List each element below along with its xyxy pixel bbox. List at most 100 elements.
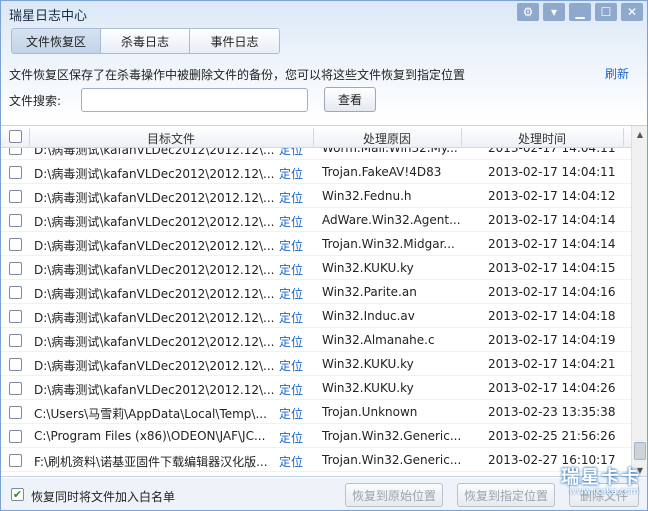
row-checkbox[interactable] [9, 262, 22, 275]
locate-link[interactable]: 定位 [279, 213, 303, 230]
header-target-file[interactable]: 目标文件 [29, 130, 313, 147]
row-checkbox[interactable] [9, 454, 22, 467]
process-reason: Win32.KUKU.ky [322, 261, 414, 275]
title-bar: 瑞星日志中心 ⚙ ▾ ▁ ☐ ✕ [1, 1, 647, 25]
row-checkbox[interactable] [9, 190, 22, 203]
row-checkbox[interactable] [9, 214, 22, 227]
locate-link[interactable]: 定位 [279, 237, 303, 254]
process-reason: Win32.Fednu.h [322, 189, 412, 203]
locate-link[interactable]: 定位 [279, 148, 303, 158]
maximize-icon[interactable]: ☐ [595, 3, 617, 21]
target-file-path: C:\Program Files (x86)\ODEON\JAF\JC... [34, 429, 266, 443]
table-row[interactable]: D:\病毒测试\kafanVLDec2012\2012.12\... 定位 AdWa… [1, 208, 631, 232]
locate-link[interactable]: 定位 [279, 285, 303, 302]
locate-link[interactable]: 定位 [279, 165, 303, 182]
minimize-icon[interactable]: ▁ [569, 3, 591, 21]
table-row[interactable]: D:\病毒测试\kafanVLDec2012\2012.12\... 定位 Win3… [1, 376, 631, 400]
locate-link[interactable]: 定位 [279, 189, 303, 206]
tab-event-log[interactable]: 事件日志 [190, 29, 279, 53]
target-file-path: D:\病毒测试\kafanVLDec2012\2012.12\... [34, 167, 274, 181]
view-button[interactable]: 查看 [324, 87, 376, 112]
process-reason: Win32.Parite.an [322, 285, 417, 299]
table-row[interactable]: D:\病毒测试\kafanVLDec2012\2012.12\... 定位 Worm… [1, 148, 631, 160]
target-file-path: D:\病毒测试\kafanVLDec2012\2012.12\... [34, 335, 274, 349]
locate-link[interactable]: 定位 [279, 261, 303, 278]
row-checkbox[interactable] [9, 166, 22, 179]
tab-bar: 文件恢复区 杀毒日志 事件日志 [11, 28, 280, 54]
ikaka-watermark: 瑞星卡卡 www.ikaka.com [537, 463, 641, 503]
process-time: 2013-02-17 14:04:26 [488, 381, 616, 395]
table-row[interactable]: D:\病毒测试\kafanVLDec2012\2012.12\... 定位 Win3… [1, 256, 631, 280]
locate-link[interactable]: 定位 [279, 357, 303, 374]
locate-link[interactable]: 定位 [279, 405, 303, 422]
process-reason: Win32.Almanahe.c [322, 333, 435, 347]
recovery-table: 目标文件 处理原因 处理时间 D:\病毒测试\kafanVLDec2012\20… [1, 125, 647, 477]
process-time: 2013-02-17 14:04:11 [488, 165, 616, 179]
restore-original-button[interactable]: 恢复到原始位置 [345, 483, 443, 507]
skin-icon[interactable]: ▾ [543, 3, 565, 21]
table-header: 目标文件 处理原因 处理时间 [1, 126, 647, 148]
scroll-thumb[interactable] [634, 442, 646, 460]
row-checkbox[interactable] [9, 238, 22, 251]
target-file-path: C:\Users\马雪莉\AppData\Local\Temp\... [34, 407, 267, 421]
locate-link[interactable]: 定位 [279, 333, 303, 350]
target-file-path: D:\病毒测试\kafanVLDec2012\2012.12\... [34, 383, 274, 397]
close-icon[interactable]: ✕ [621, 3, 643, 21]
target-file-path: F:\刷机资料\诺基亚固件下载编辑器汉化版... [34, 455, 268, 469]
window-controls: ⚙ ▾ ▁ ☐ ✕ [517, 3, 643, 21]
scroll-up-arrow-icon[interactable]: ▲ [632, 126, 647, 142]
table-row[interactable]: D:\病毒测试\kafanVLDec2012\2012.12\... 定位 Win3… [1, 184, 631, 208]
gear-icon[interactable]: ⚙ [517, 3, 539, 21]
table-row[interactable]: D:\病毒测试\kafanVLDec2012\2012.12\... 定位 Troj… [1, 160, 631, 184]
table-row[interactable]: D:\病毒测试\kafanVLDec2012\2012.12\... 定位 Win3… [1, 304, 631, 328]
row-checkbox[interactable] [9, 430, 22, 443]
target-file-path: D:\病毒测试\kafanVLDec2012\2012.12\... [34, 191, 274, 205]
process-time: 2013-02-23 13:35:38 [488, 405, 616, 419]
target-file-path: D:\病毒测试\kafanVLDec2012\2012.12\... [34, 287, 274, 301]
process-time: 2013-02-17 14:04:11 [488, 148, 616, 155]
locate-link[interactable]: 定位 [279, 453, 303, 470]
process-reason: Trojan.Win32.Midgar... [322, 237, 455, 251]
table-row[interactable]: D:\病毒测试\kafanVLDec2012\2012.12\... 定位 Win3… [1, 280, 631, 304]
process-reason: Win32.KUKU.ky [322, 357, 414, 371]
process-time: 2013-02-25 21:56:26 [488, 429, 616, 443]
target-file-path: D:\病毒测试\kafanVLDec2012\2012.12\... [34, 239, 274, 253]
log-center-window: 瑞星日志中心 ⚙ ▾ ▁ ☐ ✕ 文件恢复区 杀毒日志 事件日志 文件恢复区保存… [0, 0, 648, 511]
tab-file-recovery[interactable]: 文件恢复区 [12, 29, 101, 53]
process-reason: Worm.Mail.Win32.My... [322, 148, 458, 155]
table-body: D:\病毒测试\kafanVLDec2012\2012.12\... 定位 Worm… [1, 148, 631, 476]
process-time: 2013-02-17 14:04:16 [488, 285, 616, 299]
table-row[interactable]: C:\Users\马雪莉\AppData\Local\Temp\... 定位 Tro… [1, 400, 631, 424]
process-time: 2013-02-17 14:04:21 [488, 357, 616, 371]
locate-link[interactable]: 定位 [279, 429, 303, 446]
row-checkbox[interactable] [9, 406, 22, 419]
table-row[interactable]: D:\病毒测试\kafanVLDec2012\2012.12\... 定位 Troj… [1, 232, 631, 256]
row-checkbox[interactable] [9, 310, 22, 323]
vertical-scrollbar[interactable]: ▲ ▼ [631, 126, 647, 476]
process-reason: Trojan.FakeAV!4D83 [322, 165, 442, 179]
row-checkbox[interactable] [9, 382, 22, 395]
header-reason[interactable]: 处理原因 [313, 130, 461, 147]
row-checkbox[interactable] [9, 286, 22, 299]
process-time: 2013-02-17 14:04:19 [488, 333, 616, 347]
row-checkbox[interactable] [9, 148, 22, 155]
search-input[interactable] [81, 88, 308, 112]
select-all-checkbox[interactable] [9, 130, 22, 143]
watermark-logo: 瑞星卡卡 [561, 467, 641, 488]
table-row[interactable]: D:\病毒测试\kafanVLDec2012\2012.12\... 定位 Win3… [1, 352, 631, 376]
table-row[interactable]: C:\Program Files (x86)\ODEON\JAF\JC... 定位… [1, 424, 631, 448]
table-row[interactable]: D:\病毒测试\kafanVLDec2012\2012.12\... 定位 Win3… [1, 328, 631, 352]
recovery-description: 文件恢复区保存了在杀毒操作中被删除文件的备份，您可以将这些文件恢复到指定位置 [9, 68, 466, 82]
whitelist-label: 恢复同时将文件加入白名单 [31, 490, 176, 504]
row-checkbox[interactable] [9, 334, 22, 347]
locate-link[interactable]: 定位 [279, 381, 303, 398]
process-time: 2013-02-17 14:04:12 [488, 189, 616, 203]
target-file-path: D:\病毒测试\kafanVLDec2012\2012.12\... [34, 215, 274, 229]
target-file-path: D:\病毒测试\kafanVLDec2012\2012.12\... [34, 263, 274, 277]
header-time[interactable]: 处理时间 [461, 130, 623, 147]
tab-antivirus-log[interactable]: 杀毒日志 [101, 29, 190, 53]
row-checkbox[interactable] [9, 358, 22, 371]
whitelist-checkbox[interactable]: ✔ [11, 488, 24, 501]
refresh-link[interactable]: 刷新 [605, 65, 629, 82]
locate-link[interactable]: 定位 [279, 309, 303, 326]
